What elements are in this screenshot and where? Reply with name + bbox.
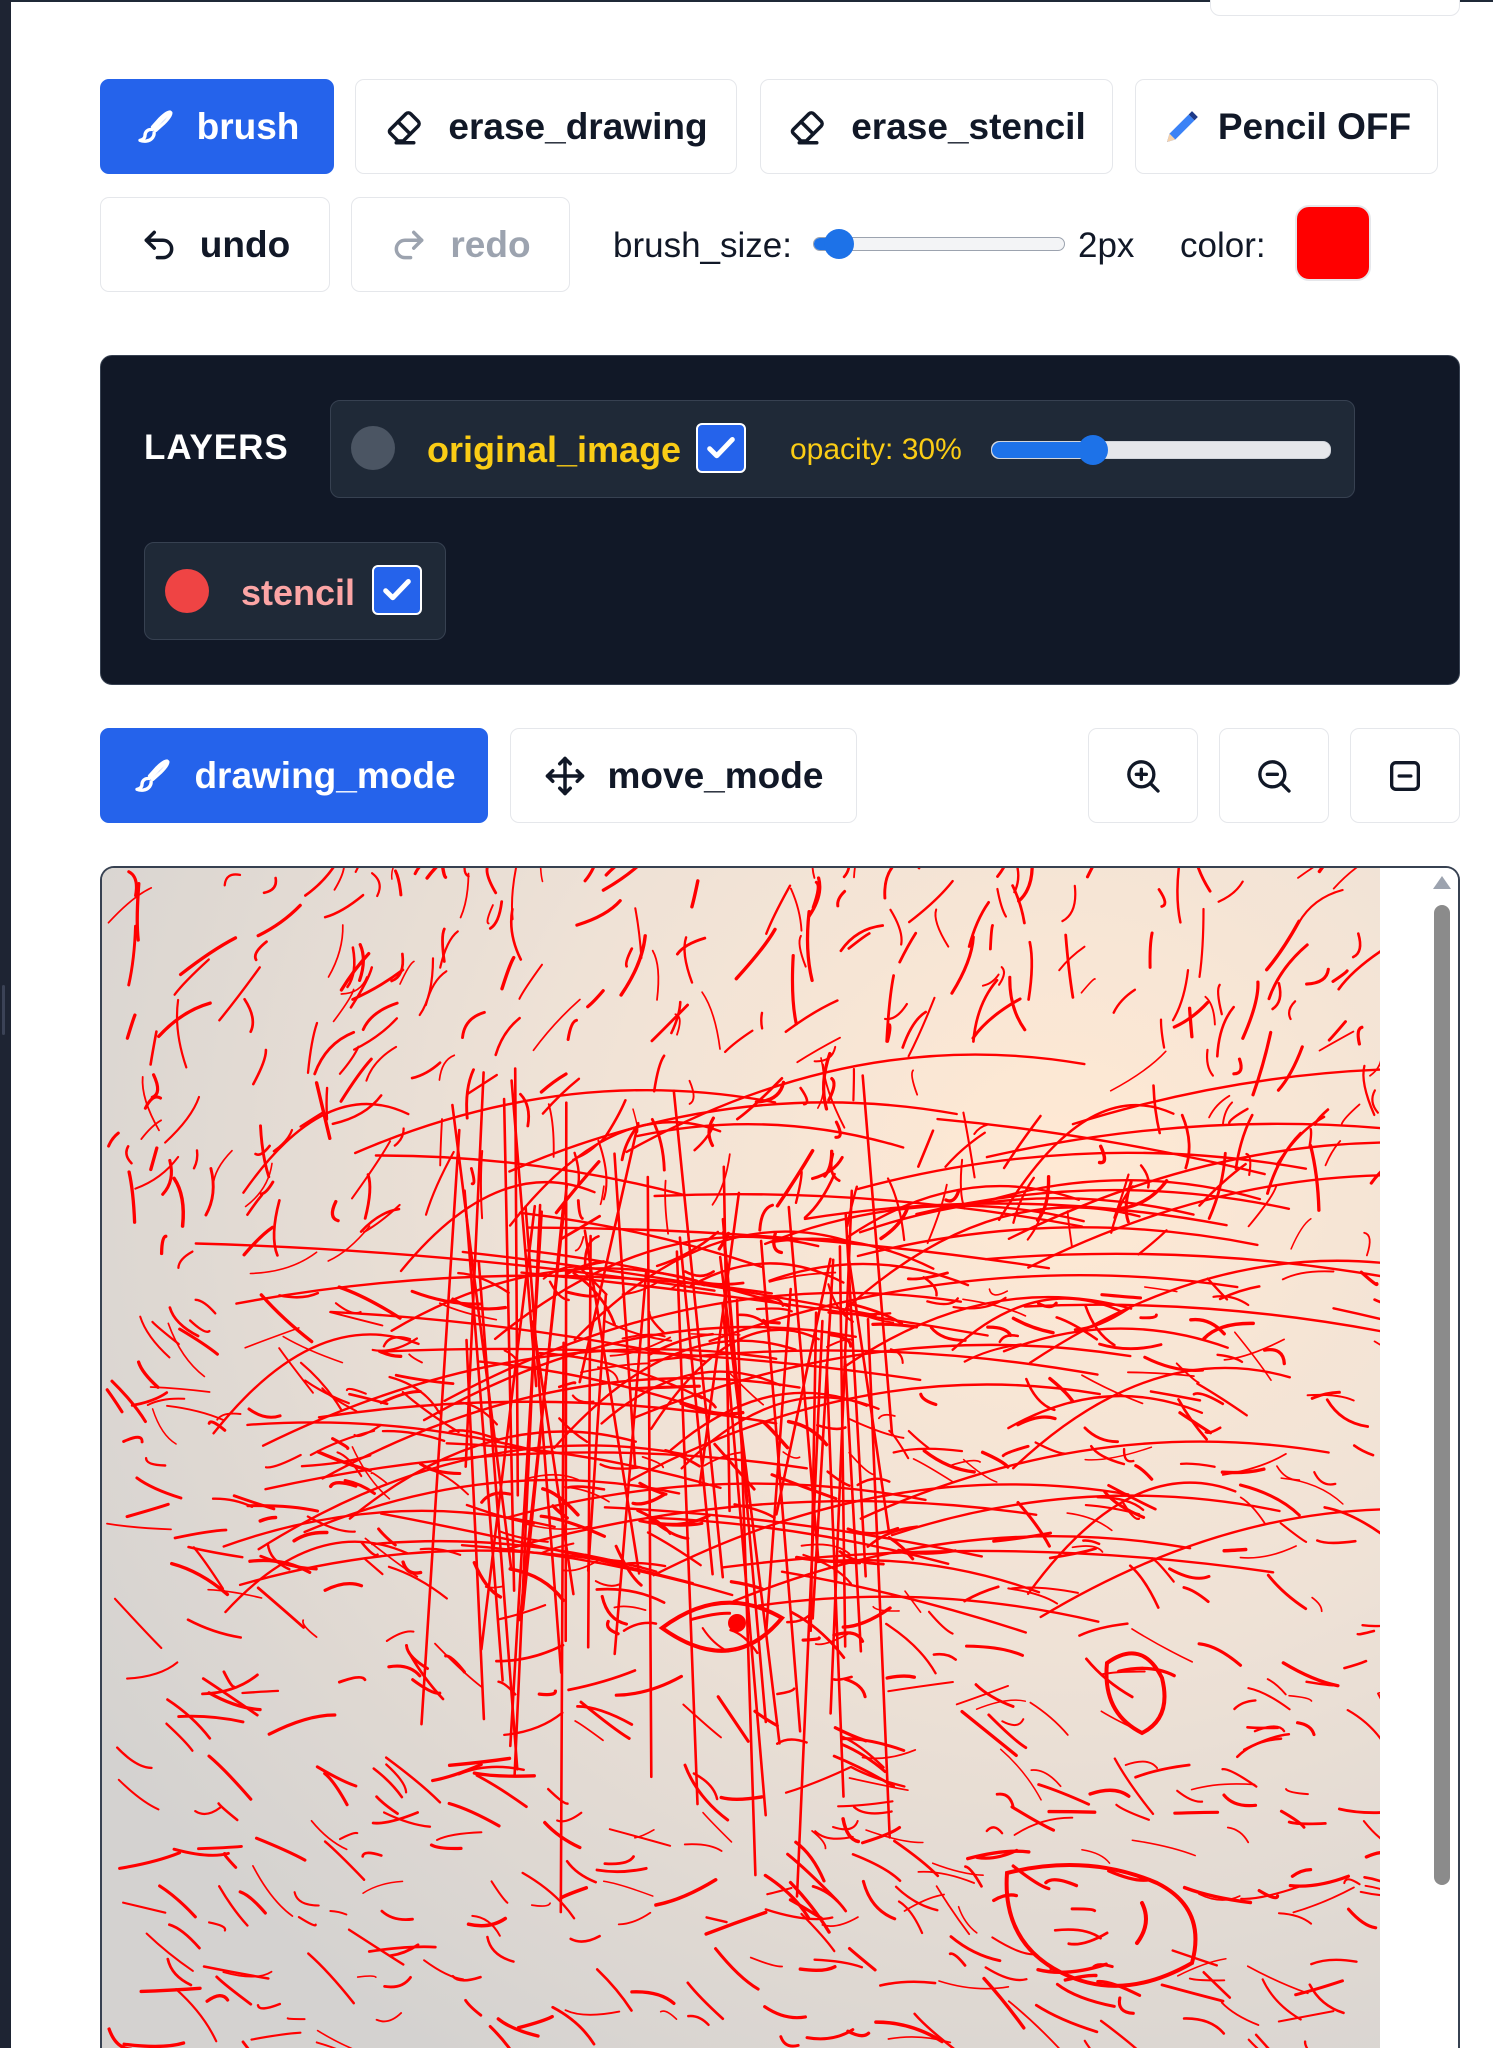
- fit-view-button[interactable]: [1350, 728, 1460, 823]
- left-panel-rail: [0, 0, 11, 2048]
- layer-visibility-checkbox[interactable]: [696, 423, 746, 473]
- layer-original-image: original_image opacity: 30%: [330, 400, 1355, 498]
- brush-icon: [135, 107, 175, 147]
- color-label: color:: [1180, 226, 1266, 265]
- layer-color-dot: [165, 569, 209, 613]
- brush-size-thumb[interactable]: [824, 229, 854, 259]
- opacity-slider[interactable]: [991, 435, 1331, 465]
- zoom-in-icon: [1123, 756, 1163, 796]
- checkmark-icon: [383, 579, 411, 601]
- minus-square-icon: [1385, 756, 1425, 796]
- zoom-in-button[interactable]: [1088, 728, 1198, 823]
- layer-stencil: stencil: [144, 542, 446, 640]
- erase-stencil-label: erase_stencil: [851, 105, 1086, 147]
- drawing-mode-button[interactable]: drawing_mode: [100, 728, 488, 823]
- checkmark-icon: [707, 437, 735, 459]
- drawing-mode-label: drawing_mode: [194, 754, 456, 796]
- drawing-canvas[interactable]: [100, 866, 1460, 2048]
- brush-label: brush: [196, 105, 300, 147]
- layer-name: stencil: [241, 572, 356, 613]
- layer-color-dot: [351, 426, 395, 470]
- erase-stencil-button[interactable]: erase_stencil: [760, 79, 1113, 174]
- brush-icon: [132, 756, 172, 796]
- move-mode-button[interactable]: move_mode: [510, 728, 857, 823]
- undo-icon: [140, 226, 178, 264]
- opacity-label: opacity: 30%: [790, 433, 962, 466]
- redo-icon: [390, 226, 428, 264]
- pencil-icon: [1162, 107, 1202, 147]
- brush-size-label: brush_size:: [613, 226, 792, 265]
- layers-panel: LAYERS original_image opacity: 30% stenc…: [100, 355, 1460, 685]
- move-mode-label: move_mode: [607, 754, 824, 796]
- eraser-icon: [787, 106, 829, 148]
- brush-size-value: 2px: [1078, 226, 1135, 265]
- pencil-toggle-button[interactable]: Pencil OFF: [1135, 79, 1438, 174]
- brush-button[interactable]: brush: [100, 79, 334, 174]
- resize-handle[interactable]: [2, 985, 5, 1035]
- color-picker[interactable]: [1295, 205, 1371, 281]
- opacity-thumb[interactable]: [1078, 435, 1109, 465]
- erase-drawing-label: erase_drawing: [448, 105, 708, 147]
- top-control[interactable]: [1210, 0, 1460, 16]
- layer-name: original_image: [427, 429, 682, 470]
- layer-visibility-checkbox[interactable]: [372, 565, 422, 615]
- undo-button[interactable]: undo: [100, 197, 330, 292]
- undo-label: undo: [199, 223, 291, 265]
- layers-title: LAYERS: [144, 428, 289, 467]
- zoom-out-icon: [1254, 756, 1294, 796]
- redo-button[interactable]: redo: [351, 197, 570, 292]
- move-icon: [544, 755, 586, 797]
- scroll-thumb[interactable]: [1434, 905, 1450, 1885]
- erase-drawing-button[interactable]: erase_drawing: [355, 79, 737, 174]
- redo-label: redo: [450, 223, 531, 265]
- stencil-image[interactable]: [102, 868, 1380, 2048]
- zoom-out-button[interactable]: [1219, 728, 1329, 823]
- pencil-toggle-label: Pencil OFF: [1217, 105, 1412, 147]
- brush-size-slider[interactable]: [813, 229, 1065, 259]
- scroll-up-arrow[interactable]: [1433, 876, 1451, 889]
- eraser-icon: [384, 106, 426, 148]
